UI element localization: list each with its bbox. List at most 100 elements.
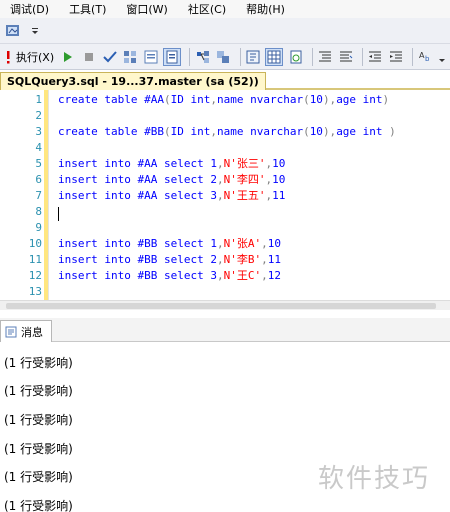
comment-icon[interactable] bbox=[317, 48, 334, 66]
code-token: name nvarchar bbox=[216, 125, 304, 138]
code-token: 11 bbox=[272, 189, 286, 202]
code-token: , bbox=[216, 237, 224, 250]
line-number: 10 bbox=[28, 237, 42, 250]
code-token: , bbox=[210, 125, 217, 138]
toolbar-separator bbox=[239, 47, 241, 66]
line-number: 1 bbox=[35, 93, 42, 106]
sql-editor-toolbar: 执行(X) Ab bbox=[0, 44, 450, 70]
code-token: N'张三' bbox=[223, 157, 266, 170]
code-token: , bbox=[216, 189, 224, 202]
code-token: , bbox=[261, 253, 268, 266]
watermark: 软件技巧 bbox=[318, 464, 431, 494]
code-line: 3 create table #BB(ID int,name nvarchar(1… bbox=[0, 124, 450, 140]
code-token: , bbox=[216, 157, 224, 170]
code-text: insert into #AA select 2,N'李四',10 bbox=[58, 172, 285, 188]
code-token: , bbox=[261, 237, 268, 250]
code-token: insert into #BB select 1 bbox=[58, 237, 217, 250]
line-number: 7 bbox=[35, 189, 42, 202]
results-grid-icon[interactable] bbox=[163, 47, 182, 66]
messages-icon bbox=[5, 326, 17, 337]
uncomment-icon[interactable] bbox=[337, 48, 354, 66]
code-token: 10 bbox=[309, 125, 323, 138]
code-token: 12 bbox=[267, 269, 281, 282]
code-token: , bbox=[216, 253, 224, 266]
line-number: 5 bbox=[35, 157, 42, 170]
checkmark-icon[interactable] bbox=[101, 48, 118, 66]
code-line: 11 insert into #BB select 2,N'李B',11 bbox=[0, 252, 450, 268]
code-token: age int bbox=[336, 125, 390, 138]
code-line: 13 bbox=[0, 284, 450, 300]
line-number: 6 bbox=[35, 173, 42, 186]
parse-icon[interactable] bbox=[122, 48, 139, 66]
code-token: insert into #BB select 3 bbox=[58, 269, 217, 282]
code-token: 10 bbox=[272, 157, 286, 170]
code-text: insert into #BB select 3,N'王C',12 bbox=[58, 268, 281, 284]
code-token: ), bbox=[322, 93, 337, 106]
menu-community[interactable]: 社区(C) bbox=[188, 1, 226, 17]
menu-help[interactable]: 帮助(H) bbox=[246, 1, 285, 17]
query-options-icon[interactable] bbox=[215, 48, 232, 66]
code-token: ) bbox=[382, 93, 390, 106]
database-icon[interactable] bbox=[4, 22, 22, 40]
code-line: 6 insert into #AA select 2,N'李四',10 bbox=[0, 172, 450, 188]
code-token: ), bbox=[322, 125, 337, 138]
menu-bar: 调试(D) 工具(T) 窗口(W) 社区(C) 帮助(H) bbox=[0, 0, 450, 18]
play-icon[interactable] bbox=[60, 48, 77, 66]
code-token: ( bbox=[163, 125, 171, 138]
query-tab[interactable]: SQLQuery3.sql - 19...37.master (sa (52)) bbox=[0, 72, 266, 90]
exclamation-icon[interactable] bbox=[4, 48, 12, 66]
tab-messages[interactable]: 消息 bbox=[0, 320, 52, 342]
code-text: insert into #BB select 2,N'李B',11 bbox=[58, 252, 281, 268]
plan-icon[interactable] bbox=[194, 48, 211, 66]
code-line: 8 bbox=[0, 204, 450, 220]
spell-icon[interactable]: Ab bbox=[417, 48, 434, 66]
scrollbar-thumb[interactable] bbox=[6, 303, 436, 309]
code-token: 10 bbox=[267, 237, 281, 250]
standard-toolbar bbox=[0, 18, 450, 44]
execute-button[interactable]: 执行(X) bbox=[16, 49, 54, 65]
code-line: 5 insert into #AA select 1,N'张三',10 bbox=[0, 156, 450, 172]
code-token: name nvarchar bbox=[216, 93, 304, 106]
code-token: , bbox=[210, 93, 217, 106]
message-line: (1 行受影响) bbox=[4, 499, 73, 512]
toolbar-separator bbox=[189, 47, 191, 66]
code-token: ( bbox=[303, 125, 310, 138]
menu-tools[interactable]: 工具(T) bbox=[69, 1, 106, 17]
results-file-icon[interactable] bbox=[287, 48, 304, 66]
code-line: 1 create table #AA(ID int,name nvarchar(1… bbox=[0, 92, 450, 108]
code-token: insert into #AA select 1 bbox=[58, 157, 217, 170]
code-text: insert into #AA select 3,N'王五',11 bbox=[58, 188, 285, 204]
horizontal-scrollbar[interactable] bbox=[0, 300, 450, 310]
svg-text:b: b bbox=[425, 55, 430, 63]
overflow-icon[interactable] bbox=[438, 48, 446, 66]
code-token: insert into #AA select 2 bbox=[58, 173, 217, 186]
toolbar-separator bbox=[311, 47, 313, 66]
line-number: 12 bbox=[28, 269, 42, 282]
code-token: , bbox=[216, 173, 224, 186]
outdent-icon[interactable] bbox=[367, 48, 384, 66]
code-text: create table #BB(ID int,name nvarchar(10… bbox=[58, 124, 396, 140]
results-text-icon[interactable] bbox=[245, 48, 262, 66]
line-number: 11 bbox=[28, 253, 42, 266]
sql-editor[interactable]: 1 create table #AA(ID int,name nvarchar(1… bbox=[0, 90, 450, 300]
results-grid-active-icon[interactable] bbox=[265, 47, 284, 66]
results-to-icon[interactable] bbox=[143, 48, 160, 66]
code-token: insert into #BB select 2 bbox=[58, 253, 217, 266]
dropdown-arrow-icon[interactable] bbox=[26, 22, 44, 40]
code-token: N'王五' bbox=[223, 189, 266, 202]
line-number: 4 bbox=[35, 141, 42, 154]
line-number: 3 bbox=[35, 125, 42, 138]
code-line: 10 insert into #BB select 1,N'张A',10 bbox=[0, 236, 450, 252]
line-number: 9 bbox=[35, 221, 42, 234]
document-tab-strip: SQLQuery3.sql - 19...37.master (sa (52)) bbox=[0, 72, 450, 90]
stop-icon[interactable] bbox=[81, 48, 98, 66]
code-token: ( bbox=[163, 93, 171, 106]
code-text: insert into #AA select 1,N'张三',10 bbox=[58, 156, 285, 172]
menu-window[interactable]: 窗口(W) bbox=[126, 1, 167, 17]
code-token: 11 bbox=[267, 253, 281, 266]
code-text: create table #AA(ID int,name nvarchar(10… bbox=[58, 92, 389, 108]
indent-icon[interactable] bbox=[388, 48, 405, 66]
message-line: (1 行受影响) bbox=[4, 442, 73, 456]
menu-debug[interactable]: 调试(D) bbox=[10, 1, 49, 17]
code-token: ) bbox=[389, 125, 396, 138]
